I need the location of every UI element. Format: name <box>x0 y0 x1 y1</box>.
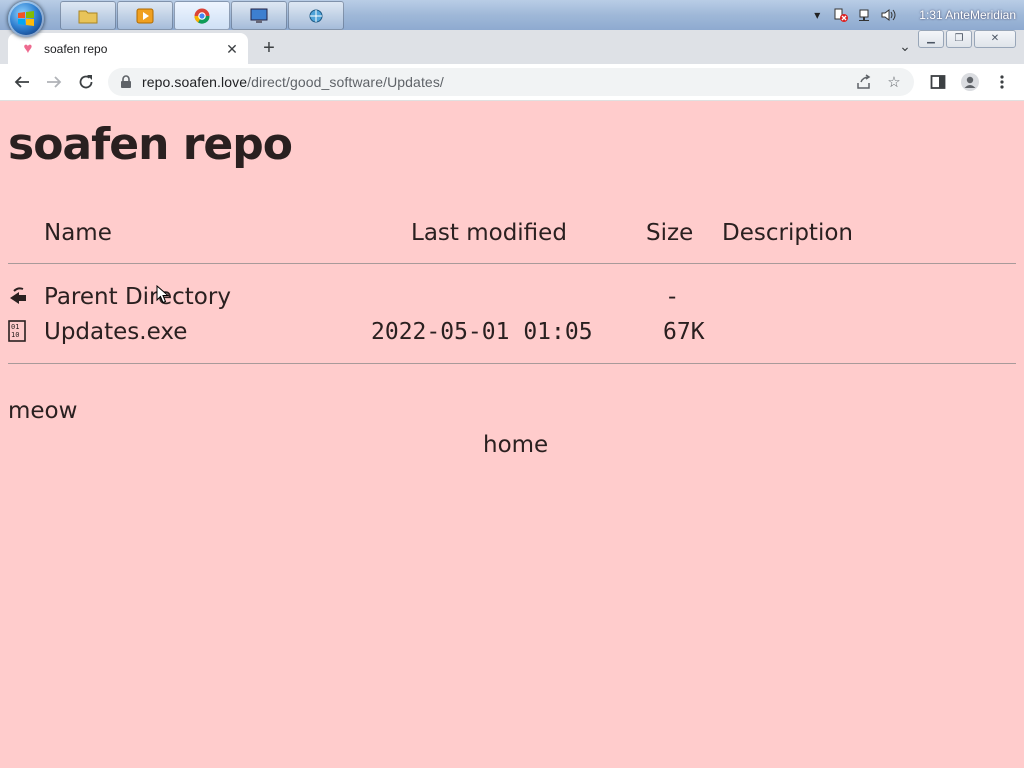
page-title: soafen repo <box>8 119 293 170</box>
table-bottom-divider <box>8 363 1016 364</box>
system-tray: ▾ 1:31 AnteMeridian <box>809 0 1024 30</box>
start-button[interactable] <box>8 1 44 37</box>
browser-toolbar: repo.soafen.love/direct/good_software/Up… <box>0 64 1024 101</box>
column-header-size[interactable]: Size <box>646 220 693 246</box>
footer-text: meow <box>8 398 78 424</box>
url-host: repo.soafen.love <box>142 74 248 90</box>
monitor-icon <box>250 8 268 23</box>
parent-directory-link[interactable]: Parent Directory <box>44 284 231 310</box>
url-path: /direct/good_software/Updates/ <box>247 74 444 90</box>
network-globe-icon <box>309 9 323 22</box>
profile-avatar-icon <box>961 73 979 91</box>
home-link[interactable]: home <box>483 432 548 458</box>
heart-favicon-icon: ♥ <box>23 39 33 57</box>
side-panel-icon <box>930 75 946 89</box>
new-tab-button[interactable]: + <box>258 38 280 60</box>
url-text[interactable]: repo.soafen.love/direct/good_software/Up… <box>142 74 854 90</box>
bookmark-star-icon[interactable]: ☆ <box>884 72 904 92</box>
profile-button[interactable] <box>958 70 982 94</box>
restore-button[interactable]: ❐ <box>946 30 972 48</box>
svg-text:10: 10 <box>11 331 19 339</box>
header-divider <box>8 263 1016 264</box>
tab-search-chevron-down-icon[interactable]: ⌄ <box>896 38 914 56</box>
parent-directory-size: - <box>668 284 677 310</box>
taskbar-file-explorer-button[interactable] <box>60 1 116 30</box>
taskbar-remote-desktop-button[interactable] <box>231 1 287 30</box>
taskbar-network-tool-button[interactable] <box>288 1 344 30</box>
tab-title: soafen repo <box>44 41 108 56</box>
back-icon <box>10 287 26 304</box>
chrome-icon <box>194 8 210 24</box>
taskbar: ▾ 1:31 AnteMeridian <box>0 0 1024 37</box>
column-header-name[interactable]: Name <box>44 220 112 246</box>
page-content: soafen repo Name Last modified Size Desc… <box>0 101 1024 768</box>
tab-strip: ♥ soafen repo ✕ + ⌄ ▁ ❐ ✕ <box>0 30 1024 64</box>
folder-icon <box>78 10 98 23</box>
taskbar-clock[interactable]: 1:31 AnteMeridian <box>919 8 1016 22</box>
lock-icon <box>121 75 131 88</box>
column-header-description[interactable]: Description <box>722 220 853 246</box>
action-center-flag-icon[interactable] <box>833 7 849 23</box>
forward-button[interactable] <box>42 70 66 94</box>
reload-button[interactable] <box>74 70 98 94</box>
back-button[interactable] <box>10 70 34 94</box>
media-player-icon <box>136 8 154 23</box>
updates-exe-last-modified: 2022-05-01 01:05 <box>371 319 593 345</box>
windows-logo-icon <box>18 11 34 26</box>
tab-close-icon[interactable]: ✕ <box>224 41 240 57</box>
arrow-left-icon <box>14 76 29 88</box>
tab-soafen-repo[interactable]: ♥ soafen repo ✕ <box>8 33 248 64</box>
close-window-button[interactable]: ✕ <box>974 30 1016 48</box>
updates-exe-size: 67K <box>663 319 705 345</box>
chrome-menu-button[interactable] <box>990 70 1014 94</box>
taskbar-media-player-button[interactable] <box>117 1 173 30</box>
volume-icon[interactable] <box>881 7 897 23</box>
side-panel-button[interactable] <box>926 70 950 94</box>
tray-expand-icon[interactable]: ▾ <box>809 7 825 23</box>
minimize-button[interactable]: ▁ <box>918 30 944 48</box>
updates-exe-link[interactable]: Updates.exe <box>44 319 187 345</box>
binary-file-icon: 01 10 <box>8 320 26 342</box>
reload-icon <box>79 75 93 89</box>
column-header-last-modified[interactable]: Last modified <box>411 220 567 246</box>
network-icon[interactable] <box>857 7 873 23</box>
arrow-right-icon <box>47 76 62 88</box>
window-controls: ▁ ❐ ✕ <box>918 30 1016 48</box>
taskbar-chrome-button[interactable] <box>174 1 230 30</box>
svg-text:01: 01 <box>11 323 19 331</box>
vertical-dots-icon <box>1000 75 1004 89</box>
share-icon[interactable] <box>854 72 874 92</box>
address-bar[interactable]: repo.soafen.love/direct/good_software/Up… <box>108 68 914 96</box>
